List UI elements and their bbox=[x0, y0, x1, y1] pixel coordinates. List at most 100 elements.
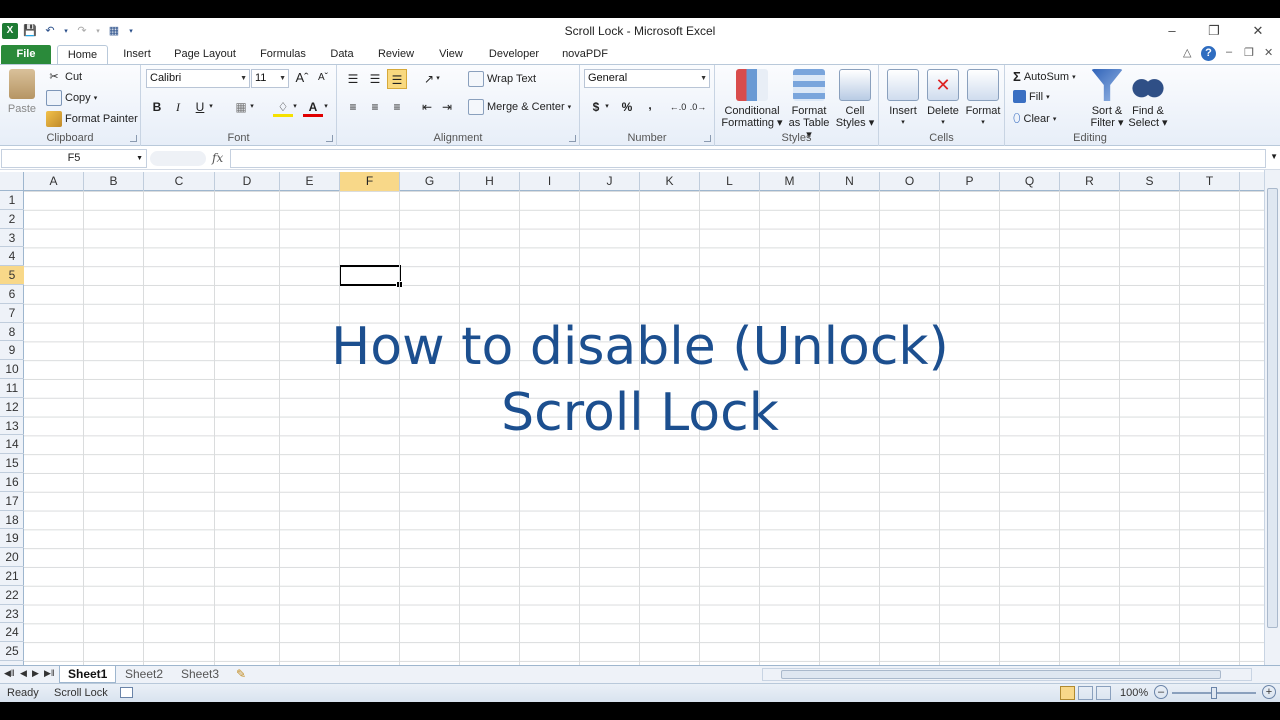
number-format-select[interactable]: General ▼ bbox=[584, 69, 710, 88]
column-header-k[interactable]: K bbox=[640, 172, 700, 191]
column-header-g[interactable]: G bbox=[400, 172, 460, 191]
merge-dropdown-icon[interactable]: ▾ bbox=[568, 103, 572, 111]
column-header-r[interactable]: R bbox=[1060, 172, 1120, 191]
row-header-5[interactable]: 5 bbox=[0, 266, 24, 285]
font-launcher-icon[interactable] bbox=[326, 135, 333, 142]
align-center-icon[interactable]: ≡ bbox=[365, 97, 385, 117]
page-break-view-icon[interactable] bbox=[1096, 686, 1111, 700]
tab-data[interactable]: Data bbox=[324, 45, 360, 64]
column-header-n[interactable]: N bbox=[820, 172, 880, 191]
font-color-dropdown-icon[interactable]: ▾ bbox=[321, 97, 331, 117]
row-header-18[interactable]: 18 bbox=[0, 511, 24, 530]
bold-button[interactable]: B bbox=[147, 97, 167, 117]
tab-review[interactable]: Review bbox=[372, 45, 420, 64]
sheet-tab-2[interactable]: Sheet2 bbox=[117, 666, 171, 683]
tab-insert[interactable]: Insert bbox=[116, 45, 158, 64]
autosum-dropdown-icon[interactable]: ▾ bbox=[1072, 73, 1076, 81]
increase-indent-icon[interactable]: ⇥ bbox=[437, 97, 457, 117]
sort-filter-button[interactable]: Sort & Filter ▾ bbox=[1087, 69, 1127, 129]
format-dropdown-icon[interactable]: ▾ bbox=[963, 117, 1003, 129]
sheet-tab-3[interactable]: Sheet3 bbox=[173, 666, 227, 683]
clear-dropdown-icon[interactable]: ▾ bbox=[1053, 115, 1057, 123]
find-select-button[interactable]: Find & Select ▾ bbox=[1127, 69, 1169, 129]
insert-function-icon[interactable]: fx bbox=[212, 151, 223, 165]
borders-dropdown-icon[interactable]: ▾ bbox=[247, 97, 257, 117]
number-launcher-icon[interactable] bbox=[704, 135, 711, 142]
row-header-20[interactable]: 20 bbox=[0, 548, 24, 567]
name-box[interactable]: F5 ▼ bbox=[1, 149, 147, 168]
workbook-restore-icon[interactable]: ❐ bbox=[1244, 46, 1254, 59]
close-button[interactable]: ✕ bbox=[1238, 21, 1278, 41]
workbook-minimize-icon[interactable]: – bbox=[1226, 46, 1232, 58]
zoom-out-icon[interactable]: – bbox=[1154, 685, 1168, 699]
column-header-d[interactable]: D bbox=[215, 172, 280, 191]
column-header-f[interactable]: F bbox=[340, 172, 400, 191]
shrink-font-icon[interactable]: Aˇ bbox=[313, 68, 333, 88]
comma-button[interactable]: , bbox=[640, 95, 660, 115]
conditional-formatting-button[interactable]: Conditional Formatting ▾ bbox=[719, 69, 785, 129]
minimize-button[interactable]: – bbox=[1152, 21, 1192, 41]
tab-page-layout[interactable]: Page Layout bbox=[170, 45, 240, 64]
prev-sheet-icon[interactable]: ◀ bbox=[20, 668, 27, 679]
row-header-6[interactable]: 6 bbox=[0, 285, 24, 304]
tab-developer[interactable]: Developer bbox=[482, 45, 546, 64]
format-cells-button[interactable]: Format ▾ bbox=[963, 69, 1003, 129]
cut-button[interactable]: ✂ Cut bbox=[46, 69, 82, 85]
column-header-e[interactable]: E bbox=[280, 172, 340, 191]
row-header-25[interactable]: 25 bbox=[0, 642, 24, 661]
insert-dropdown-icon[interactable]: ▾ bbox=[883, 117, 923, 129]
vertical-scroll-thumb[interactable] bbox=[1267, 188, 1278, 628]
row-header-21[interactable]: 21 bbox=[0, 567, 24, 586]
vertical-scrollbar[interactable] bbox=[1264, 170, 1280, 666]
cell-styles-button[interactable]: Cell Styles ▾ bbox=[835, 69, 875, 129]
copy-dropdown-icon[interactable]: ▾ bbox=[94, 94, 98, 102]
column-header-t[interactable]: T bbox=[1180, 172, 1240, 191]
align-right-icon[interactable]: ≡ bbox=[387, 97, 407, 117]
column-header-c[interactable]: C bbox=[144, 172, 215, 191]
horizontal-scroll-thumb[interactable] bbox=[781, 670, 1221, 679]
font-name-select[interactable]: Calibri ▼ bbox=[146, 69, 250, 88]
autosum-button[interactable]: Σ AutoSum ▾ bbox=[1013, 69, 1076, 84]
alignment-launcher-icon[interactable] bbox=[569, 135, 576, 142]
zoom-slider-thumb[interactable] bbox=[1211, 687, 1217, 699]
last-sheet-icon[interactable]: ▶‖ bbox=[44, 668, 55, 679]
align-top-icon[interactable]: ☰ bbox=[343, 69, 363, 89]
row-header-24[interactable]: 24 bbox=[0, 623, 24, 643]
workbook-close-icon[interactable]: ✕ bbox=[1264, 46, 1273, 59]
minimize-ribbon-icon[interactable]: △ bbox=[1183, 46, 1191, 59]
tab-formulas[interactable]: Formulas bbox=[254, 45, 312, 64]
page-layout-view-icon[interactable] bbox=[1078, 686, 1093, 700]
tab-file[interactable]: File bbox=[1, 45, 51, 64]
delete-cells-button[interactable]: ✕ Delete ▾ bbox=[923, 69, 963, 129]
row-header-22[interactable]: 22 bbox=[0, 586, 24, 605]
column-header-h[interactable]: H bbox=[460, 172, 520, 191]
decrease-decimal-icon[interactable]: .0→ bbox=[688, 97, 708, 117]
grow-font-icon[interactable]: Aˆ bbox=[292, 68, 312, 88]
row-header-4[interactable]: 4 bbox=[0, 247, 24, 267]
underline-dropdown-icon[interactable]: ▾ bbox=[206, 97, 216, 117]
copy-button[interactable]: Copy ▾ bbox=[46, 90, 97, 106]
zoom-in-icon[interactable]: + bbox=[1262, 685, 1276, 699]
row-header-3[interactable]: 3 bbox=[0, 229, 24, 248]
font-color-icon[interactable]: A bbox=[303, 97, 323, 117]
next-sheet-icon[interactable]: ▶ bbox=[32, 668, 39, 679]
column-header-b[interactable]: B bbox=[84, 172, 144, 191]
align-bottom-icon[interactable]: ☰ bbox=[387, 69, 407, 89]
tab-home[interactable]: Home bbox=[57, 45, 108, 64]
row-header-16[interactable]: 16 bbox=[0, 473, 24, 492]
font-size-select[interactable]: 11 ▼ bbox=[251, 69, 289, 88]
fill-button[interactable]: Fill ▾ bbox=[1013, 90, 1050, 103]
format-painter-button[interactable]: Format Painter bbox=[46, 111, 138, 127]
fill-color-dropdown-icon[interactable]: ▾ bbox=[290, 97, 300, 117]
macro-record-icon[interactable] bbox=[120, 687, 133, 698]
zoom-level[interactable]: 100% bbox=[1120, 687, 1148, 699]
align-middle-icon[interactable]: ☰ bbox=[365, 69, 385, 89]
name-box-splitter[interactable] bbox=[150, 151, 206, 166]
sheet-tab-1[interactable]: Sheet1 bbox=[59, 666, 117, 683]
expand-formula-icon[interactable]: ▼ bbox=[1270, 152, 1278, 161]
clipboard-launcher-icon[interactable] bbox=[130, 135, 137, 142]
merge-center-button[interactable]: Merge & Center ▾ bbox=[468, 99, 571, 115]
row-header-15[interactable]: 15 bbox=[0, 454, 24, 473]
column-header-m[interactable]: M bbox=[760, 172, 820, 191]
row-header-1[interactable]: 1 bbox=[0, 191, 24, 210]
